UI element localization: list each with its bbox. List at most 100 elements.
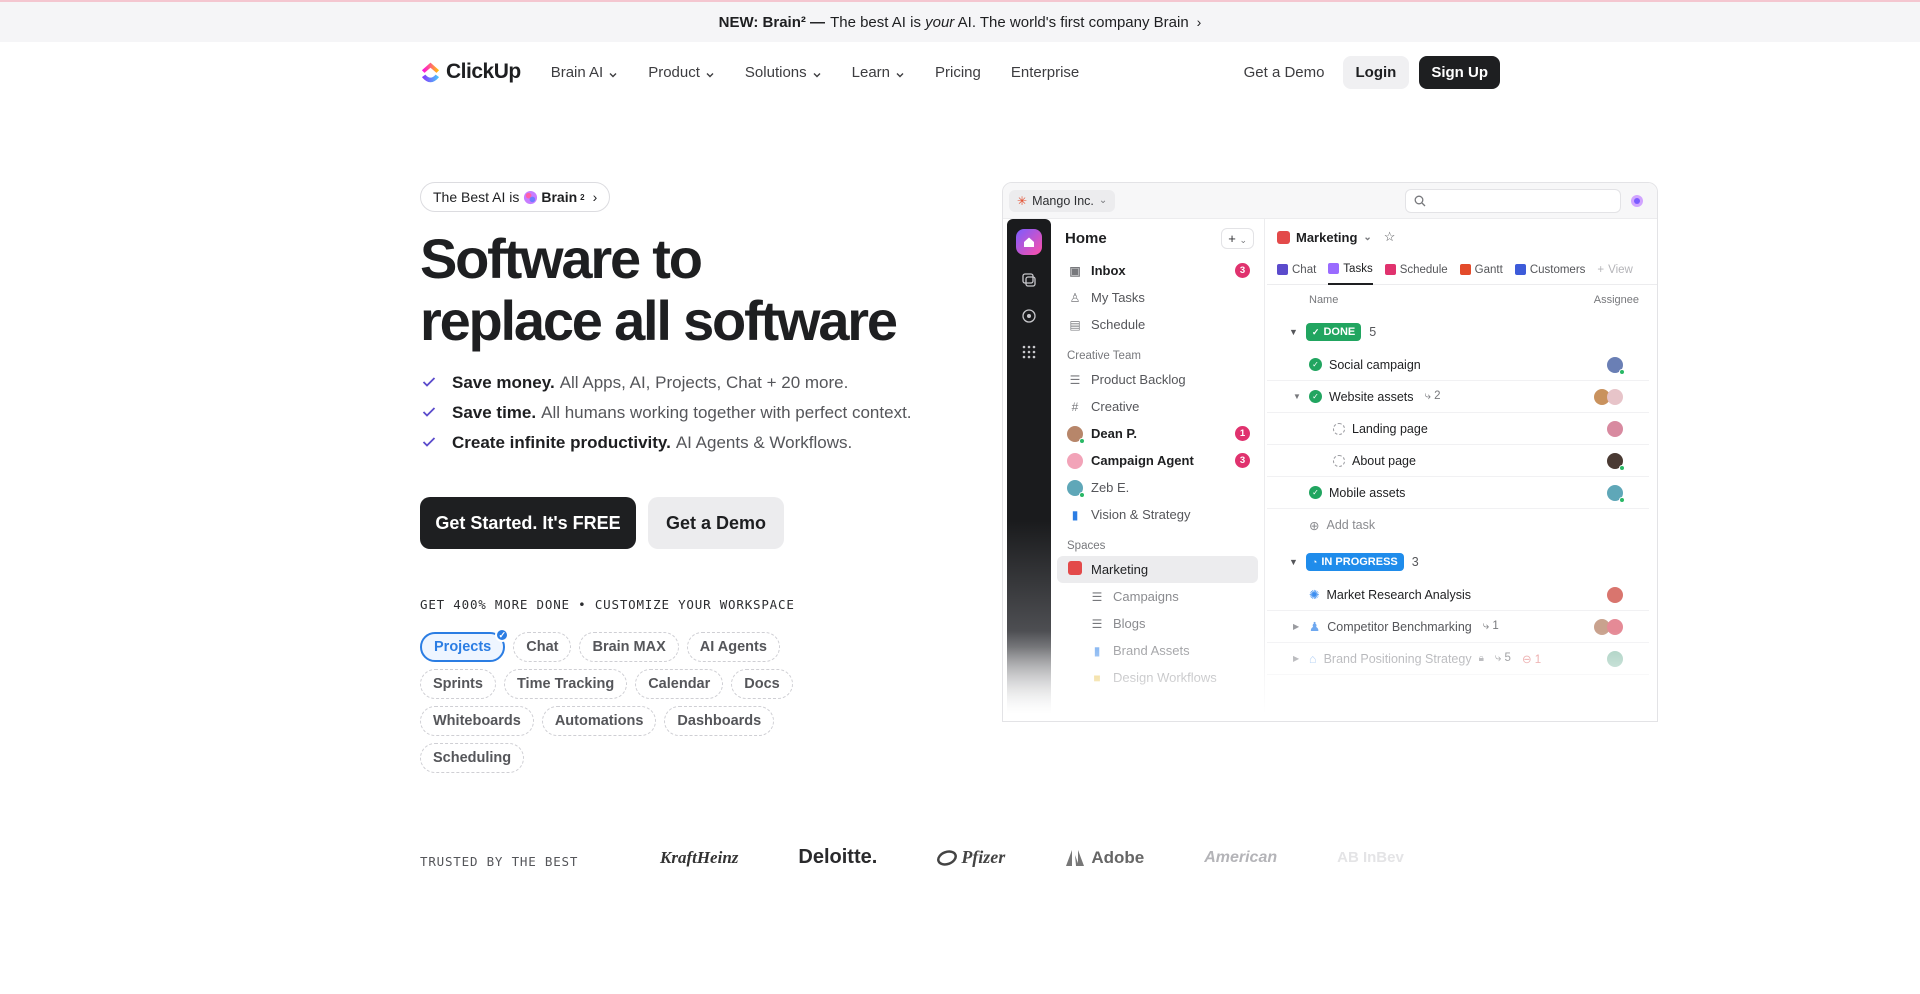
tab-add-view[interactable]: + View (1597, 255, 1632, 285)
task-row[interactable]: ▶ ⌂ Brand Positioning Strategy 🔒︎ ⤷ 5 ⊖ 1 (1267, 643, 1649, 675)
chat-icon[interactable] (1018, 269, 1040, 291)
sidebar-item-product-backlog[interactable]: ☰ Product Backlog (1057, 366, 1258, 393)
tab-gantt[interactable]: Gantt (1459, 255, 1503, 285)
chip-automations[interactable]: Automations (541, 706, 657, 736)
chip-sprints[interactable]: Sprints (420, 669, 496, 699)
sidebar-item-schedule[interactable]: ▤ Schedule (1057, 311, 1258, 338)
doc-icon: ▮ (1071, 507, 1079, 522)
task-row[interactable]: ✓ Social campaign (1267, 349, 1649, 381)
sidebar-item-vision-strategy[interactable]: ▮ Vision & Strategy (1057, 501, 1258, 528)
tab-chat[interactable]: Chat (1277, 255, 1316, 285)
subtask-count: ⤷ 1 (1482, 620, 1499, 632)
count-badge: 3 (1235, 453, 1250, 468)
app-sidebar: Home + ⌄ ▣ Inbox 3 ♙ My Tasks ▤ Schedule Cre… (1055, 219, 1265, 721)
nav-solutions[interactable]: Solutions (745, 64, 822, 81)
status-group-done[interactable]: ▼ ✓ DONE 5 (1267, 315, 1657, 349)
signup-button[interactable]: Sign Up (1419, 55, 1500, 89)
add-button[interactable]: + ⌄ (1221, 227, 1254, 249)
check-icon (422, 403, 438, 423)
nav-pricing[interactable]: Pricing (935, 64, 981, 81)
chip-ai-agents[interactable]: AI Agents (686, 632, 780, 662)
hero-headline: Software to replace all software (420, 227, 898, 352)
brain-icon (524, 190, 538, 204)
home-icon[interactable] (1016, 229, 1042, 255)
avatar (1607, 618, 1623, 635)
brain-pill[interactable]: The Best AI is Brain 2 › (420, 182, 611, 212)
app-main: Marketing ⌄ ☆ Chat Tasks Schedule Gantt … (1267, 219, 1657, 721)
workspace-switcher[interactable]: ✳ Mango Inc. ⌄ (1009, 189, 1116, 212)
chevron-down-icon: ⌄ (1098, 195, 1108, 206)
sidebar-item-inbox[interactable]: ▣ Inbox 3 (1057, 257, 1258, 284)
sidebar-item-brand-assets[interactable]: ▮ Brand Assets (1057, 637, 1258, 664)
login-button[interactable]: Login (1342, 55, 1410, 89)
chip-dashboards[interactable]: Dashboards (664, 706, 775, 736)
get-demo-link[interactable]: Get a Demo (1244, 64, 1325, 81)
avatar (1607, 356, 1625, 375)
chip-chat[interactable]: Chat (513, 632, 572, 662)
workspace-label: GET 400% MORE DONE • CUSTOMIZE YOUR WORK… (420, 597, 795, 612)
marketing-space-icon (1277, 230, 1290, 244)
sidebar-item-marketing[interactable]: Marketing (1057, 556, 1258, 583)
chip-time-tracking[interactable]: Time Tracking (503, 669, 628, 699)
task-row[interactable]: ✓ Mobile assets (1267, 477, 1649, 509)
brain-ai-icon[interactable] (1629, 193, 1645, 209)
chip-docs[interactable]: Docs (731, 669, 793, 699)
feature-item: Save time. All humans working together wi… (422, 398, 912, 428)
app-search-input[interactable] (1405, 188, 1621, 213)
sidebar-item-blogs[interactable]: ☰ Blogs (1057, 610, 1258, 637)
caret-right-icon: ▶ (1293, 622, 1300, 631)
space-title[interactable]: Marketing (1296, 230, 1357, 245)
chip-projects[interactable]: Projects ✓ (420, 628, 510, 662)
view-tabs: Chat Tasks Schedule Gantt Customers + Vi… (1267, 255, 1657, 285)
feature-chips: Projects ✓ Chat Brain MAX AI Agents Sprin… (420, 628, 860, 773)
task-row[interactable]: About page (1267, 445, 1649, 477)
add-task-button[interactable]: ⊕ Add task (1267, 509, 1657, 541)
nav-enterprise[interactable]: Enterprise (1011, 64, 1079, 81)
tab-customers[interactable]: Customers (1514, 255, 1585, 285)
sidebar-item-campaign-agent[interactable]: Campaign Agent 3 (1057, 447, 1258, 474)
task-row[interactable]: ▶ ♟ Competitor Benchmarking ⤷ 1 (1267, 611, 1649, 643)
app-icon-rail (1007, 219, 1051, 721)
sidebar-item-design-workflows[interactable]: ■ Design Workflows (1057, 664, 1258, 691)
tab-tasks[interactable]: Tasks (1328, 255, 1373, 285)
chip-whiteboards[interactable]: Whiteboards (420, 706, 534, 736)
app-preview: ✳ Mango Inc. ⌄ Home + ⌄ ▣ Inbox 3 ♙ My Task… (1002, 182, 1658, 722)
task-row[interactable]: ✺ Market Research Analysis (1267, 579, 1649, 611)
chip-calendar[interactable]: Calendar (635, 669, 724, 699)
sidebar-item-my-tasks[interactable]: ♙ My Tasks (1057, 284, 1258, 311)
folder-icon: ■ (1093, 670, 1101, 685)
chip-scheduling[interactable]: Scheduling (420, 743, 525, 773)
avatar (1607, 420, 1623, 437)
ai-agent-icon[interactable] (1018, 305, 1040, 327)
hero-get-demo-button[interactable]: Get a Demo (648, 497, 784, 549)
clickup-logo[interactable]: ClickUp (420, 60, 521, 84)
task-row[interactable]: Landing page (1267, 413, 1649, 445)
brand-task-icon: ⌂ (1309, 651, 1317, 666)
chip-brain-max[interactable]: Brain MAX (579, 632, 679, 662)
doc-icon: ▮ (1093, 643, 1101, 658)
chevron-down-icon (705, 67, 715, 78)
task-row[interactable]: ▼ ✓ Website assets ⤷ 2 (1267, 381, 1649, 413)
apps-grid-icon[interactable] (1018, 341, 1040, 363)
chevron-down-icon: ⌄ (1363, 231, 1372, 243)
tab-schedule[interactable]: Schedule (1384, 255, 1448, 285)
announcement-bar[interactable]: NEW: Brain² — The best AI is your AI. Th… (0, 0, 1920, 42)
nav-learn[interactable]: Learn (852, 64, 905, 81)
asterisk-icon: ✳ (1017, 193, 1028, 208)
star-icon[interactable]: ☆ (1384, 229, 1396, 245)
get-started-button[interactable]: Get Started. It's FREE (420, 497, 636, 549)
status-group-in-progress[interactable]: ▼ ◔ IN PROGRESS 3 (1267, 545, 1657, 579)
flag-count: ⊖ 1 (1521, 653, 1542, 666)
nav-product[interactable]: Product (648, 64, 715, 81)
sidebar-item-zeb[interactable]: Zeb E. (1057, 474, 1258, 501)
avatar (1067, 452, 1083, 469)
nav-brain-ai[interactable]: Brain AI (551, 64, 619, 81)
list-icon: ☰ (1069, 372, 1081, 387)
sidebar-item-campaigns[interactable]: ☰ Campaigns (1057, 583, 1258, 610)
calendar-icon: ▤ (1069, 317, 1081, 332)
check-icon (422, 373, 438, 393)
sidebar-item-creative[interactable]: # Creative (1057, 393, 1258, 420)
caret-down-icon: ▼ (1289, 327, 1298, 337)
sidebar-item-dean[interactable]: Dean P. 1 (1057, 420, 1258, 447)
announcement-lead: NEW: Brain² — (718, 13, 826, 31)
